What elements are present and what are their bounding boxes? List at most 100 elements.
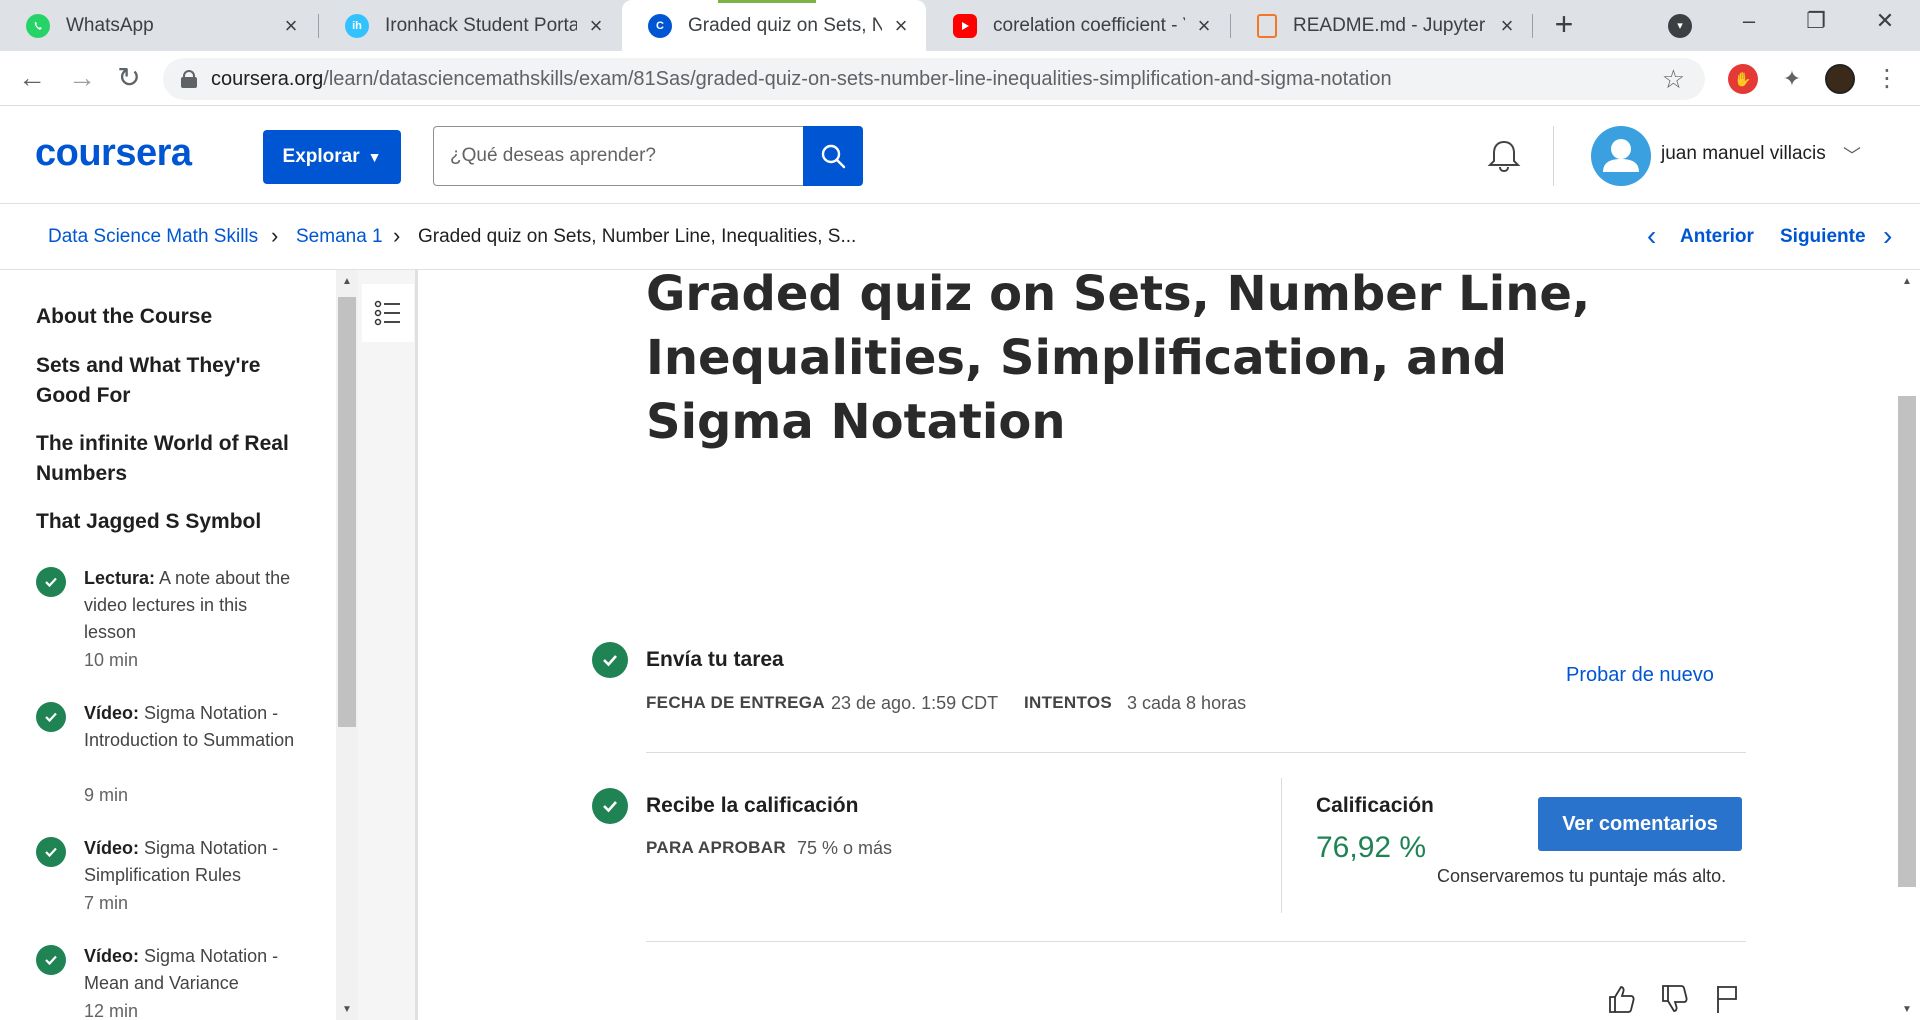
pass-value: 75 % o más	[797, 838, 893, 858]
toc-rail	[358, 270, 418, 1020]
previous-link[interactable]: Anterior	[1680, 226, 1754, 248]
coursera-icon: C	[648, 13, 672, 38]
ironhack-icon: ih	[345, 13, 369, 38]
active-tab-indicator	[718, 0, 816, 3]
close-tab-icon[interactable]: ×	[585, 14, 607, 37]
breadcrumb-week[interactable]: Semana 1	[296, 226, 383, 248]
adblock-extension-icon[interactable]: ✋	[1728, 64, 1758, 94]
list-outline-icon	[374, 300, 400, 326]
pass-label: PARA APROBAR	[646, 838, 786, 857]
view-feedback-button[interactable]: Ver comentarios	[1538, 797, 1742, 851]
close-window-icon[interactable]: ✕	[1870, 8, 1900, 34]
close-tab-icon[interactable]: ×	[1193, 14, 1215, 37]
coursera-logo[interactable]: coursera	[35, 132, 192, 175]
sidebar-item-duration: 9 min	[84, 785, 129, 805]
explore-button[interactable]: Explorar ▼	[263, 130, 401, 184]
user-silhouette-icon	[1603, 139, 1639, 172]
submit-step-title: Envía tu tarea	[646, 648, 784, 671]
browser-toolbar: ← → ↻ coursera.org/learn/datasciencemath…	[0, 51, 1920, 106]
chevron-down-icon: ▼	[367, 149, 382, 165]
explore-label: Explorar	[282, 146, 360, 167]
sidebar-scrollbar-thumb[interactable]	[338, 297, 356, 727]
reload-icon[interactable]: ↻	[113, 63, 145, 95]
scroll-up-arrow-icon[interactable]: ▲	[338, 276, 356, 287]
course-sidebar: About the Course Sets and What They're G…	[0, 270, 336, 1020]
tab-search-icon[interactable]: ▾	[1668, 14, 1692, 38]
close-tab-icon[interactable]: ×	[280, 14, 302, 37]
chevron-right-icon[interactable]: ›	[1883, 220, 1892, 252]
completed-check-icon	[36, 945, 66, 975]
search-field[interactable]	[433, 126, 803, 186]
section-divider	[646, 941, 1746, 942]
file-icon	[1257, 13, 1277, 38]
tab-coursera-active[interactable]: C Graded quiz on Sets, Num ×	[622, 0, 926, 51]
page-scrollbar-thumb[interactable]	[1898, 396, 1916, 887]
retry-link[interactable]: Probar de nuevo	[1566, 664, 1714, 687]
sidebar-heading[interactable]: Sets and What They're Good For	[36, 351, 296, 411]
thumbs-down-icon[interactable]	[1657, 982, 1691, 1016]
search-button[interactable]	[803, 126, 863, 186]
grade-value: 76,92 %	[1316, 831, 1427, 864]
browser-menu-icon[interactable]: ⋮	[1872, 64, 1902, 94]
sidebar-item-label: Vídeo: Sigma Notation - Mean and Varianc…	[84, 946, 279, 993]
minimize-icon[interactable]: –	[1734, 8, 1764, 34]
attempts-value: 3 cada 8 horas	[1127, 693, 1247, 713]
lock-icon	[181, 70, 197, 88]
keep-highest-note: Conservaremos tu puntaje más alto.	[1437, 866, 1727, 886]
sidebar-item-duration: 7 min	[84, 893, 129, 913]
tab-youtube[interactable]: corelation coefficient - You ×	[927, 0, 1229, 51]
scroll-down-arrow-icon[interactable]: ▼	[338, 1004, 356, 1015]
sidebar-heading[interactable]: That Jagged S Symbol	[36, 507, 296, 537]
whatsapp-icon	[26, 13, 50, 38]
forward-icon[interactable]: →	[66, 63, 98, 95]
flag-icon[interactable]	[1710, 982, 1744, 1016]
grade-step-title: Recibe la calificación	[646, 794, 859, 817]
due-date-label: FECHA DE ENTREGA	[646, 693, 825, 712]
bookmark-star-icon[interactable]: ☆	[1662, 64, 1685, 95]
address-bar[interactable]: coursera.org/learn/datasciencemathskills…	[163, 58, 1705, 100]
tab-jupyter[interactable]: README.md - Jupyter Tex ×	[1231, 0, 1532, 51]
thumbs-up-icon[interactable]	[1604, 982, 1638, 1016]
tab-whatsapp[interactable]: WhatsApp ×	[0, 0, 316, 51]
tab-ironhack[interactable]: ih Ironhack Student Portal ×	[319, 0, 621, 51]
sidebar-item-label: Vídeo: Sigma Notation - Introduction to …	[84, 703, 295, 750]
extensions-puzzle-icon[interactable]: ✦	[1777, 64, 1807, 94]
toggle-outline-button[interactable]	[362, 284, 414, 342]
tab-separator	[1532, 14, 1533, 38]
profile-avatar-icon[interactable]	[1825, 64, 1855, 94]
chevron-right-icon: ›	[271, 223, 279, 248]
sidebar-item-label: Vídeo: Sigma Notation - Simplification R…	[84, 838, 279, 885]
breadcrumb: Data Science Math Skills › Semana 1 › Gr…	[0, 204, 1920, 270]
breadcrumb-current: Graded quiz on Sets, Number Line, Inequa…	[418, 226, 857, 247]
new-tab-icon[interactable]: +	[1547, 8, 1581, 42]
chevron-right-icon: ›	[393, 223, 401, 248]
breadcrumb-course[interactable]: Data Science Math Skills	[48, 226, 258, 248]
close-tab-icon[interactable]: ×	[1496, 14, 1518, 37]
header-divider	[1553, 126, 1554, 186]
scroll-up-arrow-icon[interactable]: ▲	[1898, 276, 1916, 287]
sidebar-item-duration: 10 min	[84, 650, 139, 670]
tab-title: Graded quiz on Sets, Num	[688, 14, 882, 36]
sidebar-heading[interactable]: The infinite World of Real Numbers	[36, 429, 296, 489]
sidebar-heading[interactable]: About the Course	[36, 302, 296, 332]
close-tab-icon[interactable]: ×	[890, 14, 912, 37]
search-icon	[821, 144, 846, 169]
due-date-value: 23 de ago. 1:59 CDT	[831, 693, 999, 713]
completed-check-icon	[36, 837, 66, 867]
notifications-bell-icon[interactable]	[1484, 136, 1524, 176]
user-name[interactable]: juan manuel villacis	[1661, 143, 1826, 165]
grade-label: Calificación	[1316, 794, 1434, 817]
tab-title: corelation coefficient - You	[993, 14, 1185, 36]
back-icon[interactable]: ←	[16, 63, 48, 95]
search-input[interactable]	[450, 145, 780, 167]
chevron-left-icon[interactable]: ‹	[1647, 220, 1656, 252]
user-avatar[interactable]	[1591, 126, 1651, 186]
sidebar-item-duration: 12 min	[84, 1001, 139, 1020]
next-link[interactable]: Siguiente	[1780, 226, 1866, 248]
restore-icon[interactable]: ❐	[1801, 8, 1831, 34]
tab-title: Ironhack Student Portal	[385, 14, 577, 36]
scroll-down-arrow-icon[interactable]: ▼	[1898, 1004, 1916, 1015]
sidebar-item-label: Lectura: A note about the video lectures…	[84, 568, 291, 642]
page-title: Graded quiz on Sets, Number Line, Inequa…	[646, 266, 1591, 450]
chevron-down-icon[interactable]: ﹀	[1843, 142, 1861, 168]
